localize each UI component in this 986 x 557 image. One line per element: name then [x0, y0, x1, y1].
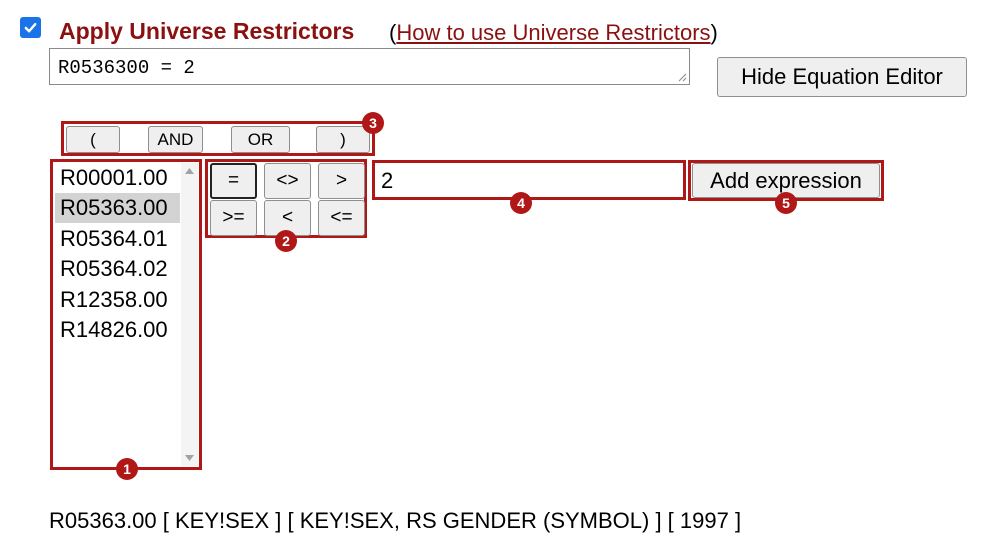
not-equal-operator-button[interactable]: <> [264, 163, 311, 199]
less-equal-operator-button[interactable]: <= [318, 200, 365, 236]
resize-grip-icon[interactable] [677, 72, 687, 82]
restrictors-title: Apply Universe Restrictors [59, 18, 355, 44]
hide-equation-editor-button[interactable]: Hide Equation Editor [717, 57, 967, 97]
and-button[interactable]: AND [148, 126, 203, 153]
callout-badge-1: 1 [116, 458, 138, 480]
help-paren-close: ) [710, 20, 718, 45]
callout-badge-5: 5 [775, 192, 797, 214]
greater-than-operator-button[interactable]: > [318, 163, 365, 199]
variable-info-text: R05363.00 [ KEY!SEX ] [ KEY!SEX, RS GEND… [49, 508, 742, 533]
checkmark-icon [24, 23, 37, 33]
or-button[interactable]: OR [231, 126, 290, 153]
apply-restrictors-checkbox[interactable] [20, 17, 41, 38]
callout-box-4 [372, 160, 686, 200]
equals-operator-button[interactable]: = [210, 163, 257, 199]
help-link-wrapper: (How to use Universe Restrictors) [389, 20, 718, 46]
callout-badge-3: 3 [362, 112, 384, 134]
close-paren-button[interactable]: ) [316, 126, 370, 153]
open-paren-button[interactable]: ( [66, 126, 120, 153]
equation-text: R0536300 = 2 [58, 57, 195, 79]
equation-textarea[interactable]: R0536300 = 2 [49, 48, 690, 85]
callout-box-1 [50, 159, 202, 470]
greater-equal-operator-button[interactable]: >= [210, 200, 257, 236]
callout-badge-4: 4 [510, 192, 532, 214]
callout-badge-2: 2 [275, 230, 297, 252]
help-link[interactable]: How to use Universe Restrictors [396, 20, 710, 45]
